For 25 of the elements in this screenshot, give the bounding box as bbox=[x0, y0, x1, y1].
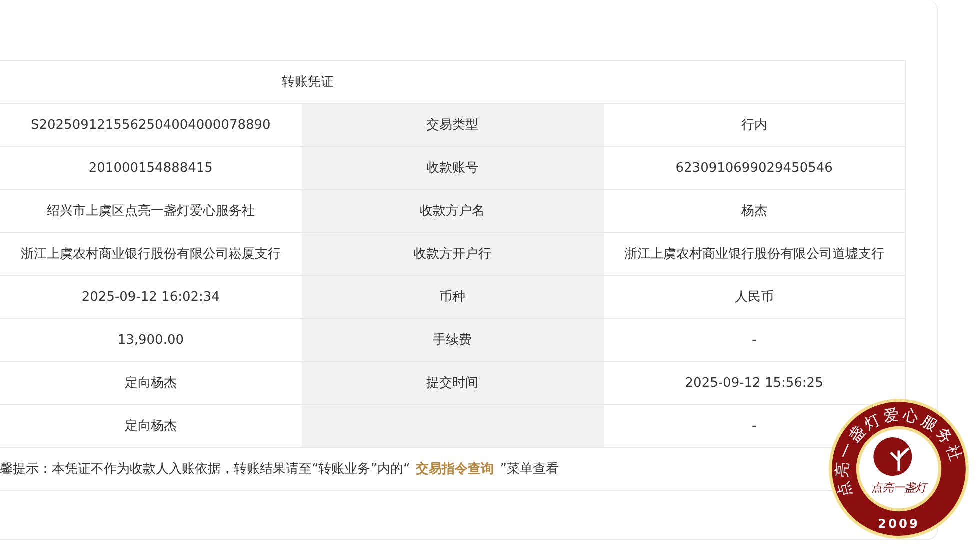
table-cell: 2025-09-12 16:02:34 bbox=[0, 276, 302, 318]
seal-logo: 点亮一盏灯爱心服务社 点亮一盏灯 2009 bbox=[828, 398, 970, 540]
table-cell: S2025091215562504004000078890 bbox=[0, 104, 302, 146]
table-cell: 6230910699029450546 bbox=[604, 146, 906, 190]
table-cell: 定向杨杰 bbox=[0, 362, 302, 404]
table-cell: 人民币 bbox=[604, 276, 906, 318]
table-cell: 杨杰 bbox=[604, 190, 906, 232]
query-link[interactable]: 交易指令查询 bbox=[416, 462, 494, 477]
label-cell: 收款方户名 bbox=[302, 190, 604, 232]
table-cell: 行内 bbox=[604, 104, 906, 146]
label-cell: 提交时间 bbox=[302, 362, 604, 404]
voucher-title: 转账凭证 bbox=[0, 60, 906, 104]
table-cell: 绍兴市上虞区点亮一盏灯爱心服务社 bbox=[0, 190, 302, 232]
table-cell: 浙江上虞农村商业银行股份有限公司道墟支行 bbox=[604, 232, 906, 276]
label-cell: 交易类型 bbox=[302, 104, 604, 146]
label-cell: 收款方开户行 bbox=[302, 232, 604, 276]
label-cell: 收款账号 bbox=[302, 146, 604, 190]
table-cell: 浙江上虞农村商业银行股份有限公司崧厦支行 bbox=[0, 232, 302, 276]
table-cell: 13,900.00 bbox=[0, 318, 302, 362]
label-cell: 币种 bbox=[302, 276, 604, 318]
table-cell: 201000154888415 bbox=[0, 146, 302, 190]
table-cell: 定向杨杰 bbox=[0, 404, 302, 448]
label-cell: 手续费 bbox=[302, 318, 604, 362]
notice-text: 馨提示：本凭证不作为收款人入账依据，转账结果请至“转账业务”内的“ 交易指令查询 ”菜单查看 bbox=[0, 460, 559, 478]
table-cell: - bbox=[604, 318, 906, 362]
